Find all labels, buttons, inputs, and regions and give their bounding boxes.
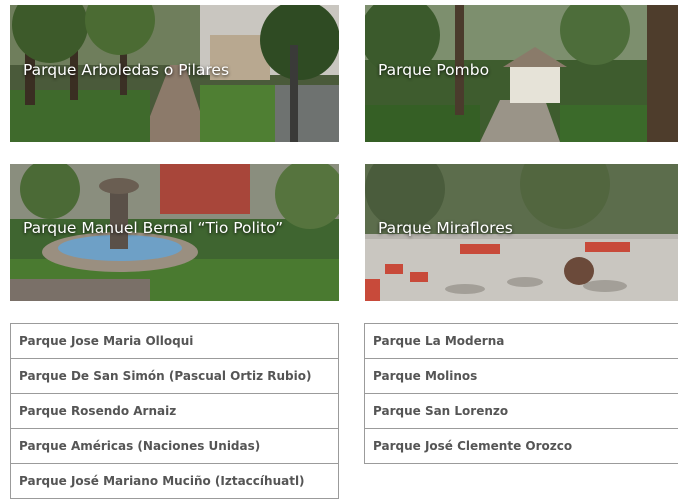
park-card-miraflores[interactable]: Parque Miraflores [365,164,678,301]
park-list-right: Parque La Moderna Parque Molinos Parque … [364,323,678,464]
park-list-item[interactable]: Parque Molinos [365,359,678,394]
park-card-label: Parque Arboledas o Pilares [23,61,230,79]
park-card-pombo[interactable]: Parque Pombo [365,5,678,142]
park-list-item[interactable]: Parque De San Simón (Pascual Ortiz Rubio… [11,359,338,394]
park-card-arboledas[interactable]: Parque Arboledas o Pilares [10,5,339,142]
park-card-label: Parque Pombo [378,61,490,79]
park-list-item[interactable]: Parque Jose Maria Olloqui [11,324,338,359]
park-list-item[interactable]: Parque José Mariano Muciño (Iztaccíhuatl… [11,464,338,499]
park-list-item[interactable]: Parque José Clemente Orozco [365,429,678,464]
park-card-manuel-bernal[interactable]: Parque Manuel Bernal “Tio Polito” [10,164,339,301]
park-list-item[interactable]: Parque Rosendo Arnaiz [11,394,338,429]
park-list-item[interactable]: Parque Américas (Naciones Unidas) [11,429,338,464]
park-list-left: Parque Jose Maria Olloqui Parque De San … [10,323,339,499]
park-list-item[interactable]: Parque San Lorenzo [365,394,678,429]
park-list-item[interactable]: Parque La Moderna [365,324,678,359]
park-card-label: Parque Manuel Bernal “Tio Polito” [23,219,284,237]
park-card-label: Parque Miraflores [378,219,513,237]
